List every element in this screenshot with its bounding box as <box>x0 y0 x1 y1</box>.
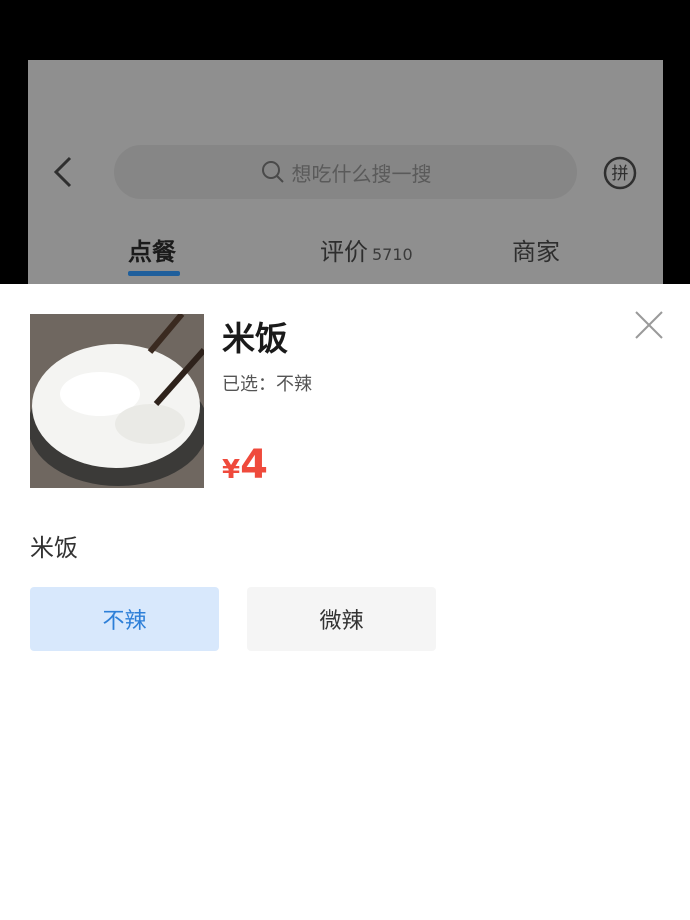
rice-bowl-image <box>30 314 204 488</box>
tab-review[interactable]: 评价 5710 <box>320 232 413 267</box>
app-background: 想吃什么搜一搜 拼 点餐 评价 5710 商家 <box>28 60 663 284</box>
back-chevron-icon[interactable] <box>50 152 80 192</box>
search-input[interactable]: 想吃什么搜一搜 <box>114 145 577 199</box>
close-icon[interactable] <box>632 308 666 342</box>
selected-summary: 已选：不辣 <box>222 370 312 396</box>
price: ¥4 <box>222 442 268 488</box>
tab-review-label: 评价 <box>320 238 368 266</box>
tab-order[interactable]: 点餐 <box>128 232 176 267</box>
tab-shop[interactable]: 商家 <box>512 232 560 267</box>
svg-text:拼: 拼 <box>612 164 629 184</box>
pin-icon[interactable]: 拼 <box>602 155 638 191</box>
selected-label: 已选： <box>222 374 276 395</box>
option-label: 微辣 <box>319 609 364 634</box>
item-options-sheet: 米饭 已选：不辣 ¥4 米饭 不辣 微辣 <box>0 284 690 920</box>
currency-symbol: ¥ <box>222 455 241 485</box>
price-value: 4 <box>240 442 268 488</box>
item-name: 米饭 <box>222 319 288 358</box>
tab-shop-label: 商家 <box>512 238 560 266</box>
option-label: 不辣 <box>102 609 147 634</box>
search-placeholder: 想吃什么搜一搜 <box>291 161 432 186</box>
tab-order-label: 点餐 <box>128 238 176 266</box>
option-group-title: 米饭 <box>30 534 78 562</box>
option-not-spicy[interactable]: 不辣 <box>30 587 219 651</box>
active-tab-indicator <box>128 271 180 276</box>
review-count: 5710 <box>372 245 413 264</box>
search-icon <box>261 161 284 183</box>
option-mild-spicy[interactable]: 微辣 <box>247 587 436 651</box>
selected-value: 不辣 <box>276 374 312 395</box>
